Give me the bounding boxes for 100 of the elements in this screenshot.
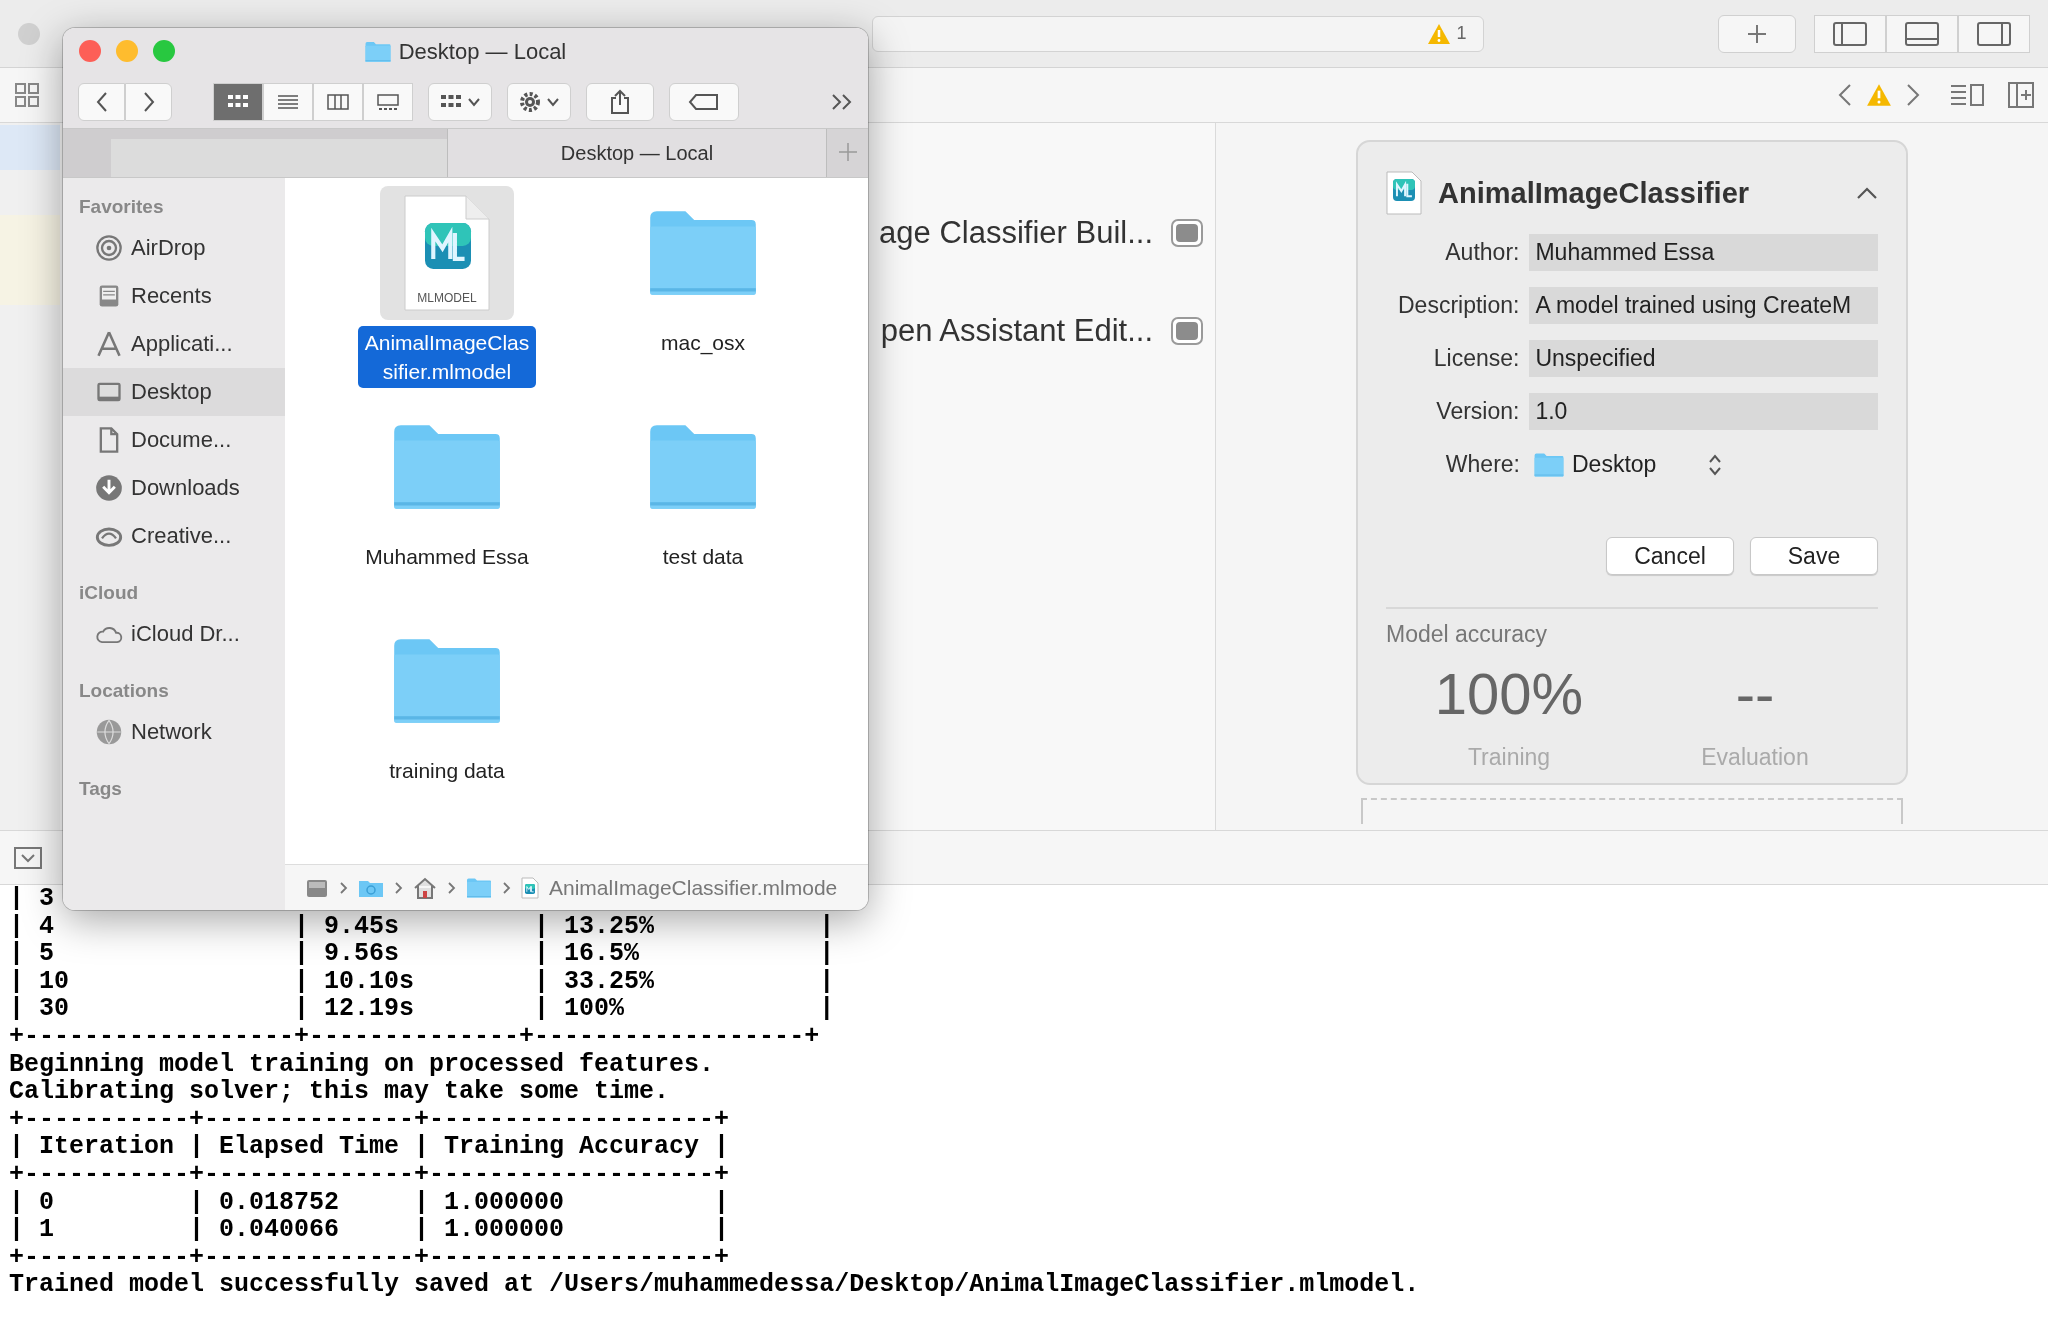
editor-row-label: pen Assistant Edit... (880, 313, 1153, 349)
view-mode-button[interactable] (363, 82, 413, 121)
console-line: | 4 | 9.45s | 13.25% | (9, 912, 835, 941)
tab[interactable]: Desktop — Local (448, 129, 826, 177)
panel-toggle-button[interactable] (1886, 14, 1958, 53)
forward-button[interactable] (125, 82, 172, 121)
action-button[interactable] (507, 82, 571, 121)
caret-icon (467, 96, 481, 107)
file-item[interactable]: training data (319, 614, 575, 828)
rings-icon (95, 234, 123, 262)
folder-icon (392, 637, 502, 725)
input-field[interactable]: 1.0 (1529, 393, 1878, 430)
gear-icon (518, 89, 542, 114)
left-panel-icon (1833, 21, 1867, 46)
warning-count: 1 (1456, 23, 1467, 44)
console-line: +------------------+--------------+------------------+ (9, 1022, 820, 1051)
share-button[interactable] (586, 82, 654, 121)
input-field[interactable]: A model trained using CreateM (1529, 287, 1878, 324)
chevron-right-icon (142, 90, 155, 113)
plus-icon (1745, 22, 1768, 45)
chevron-right-icon (447, 880, 456, 895)
download-icon (95, 474, 123, 502)
folder-icon (648, 209, 758, 297)
chevron-right-icon[interactable] (1906, 83, 1920, 107)
panel-toggle-button[interactable] (1814, 14, 1886, 53)
add-editor-icon[interactable] (2008, 82, 2034, 108)
file-item[interactable]: test data (575, 400, 831, 614)
folder-icon (648, 423, 758, 511)
field-label: Author: (1444, 239, 1521, 266)
view-mode-button[interactable] (313, 82, 363, 121)
dialog-button[interactable]: Cancel (1606, 537, 1734, 575)
sidebar-item[interactable]: Downloads (63, 464, 285, 512)
close-button[interactable] (79, 40, 101, 62)
panel-toggle-button[interactable] (1958, 14, 2030, 53)
sidebar-item[interactable]: Network (63, 708, 285, 756)
model-file-icon[interactable] (521, 876, 539, 899)
home-icon[interactable] (413, 876, 437, 899)
sidebar-item[interactable]: Applicati... (63, 320, 285, 368)
toggle-button[interactable] (1171, 317, 1203, 345)
field-label: Description: (1397, 292, 1521, 319)
field-label: License: (1432, 345, 1521, 372)
sidebar-heading: Locations (78, 679, 170, 703)
grid-icon[interactable] (14, 82, 40, 108)
file-item[interactable]: mac_osx (575, 186, 831, 400)
sidebar-item[interactable]: Creative... (63, 512, 285, 560)
folder-icon (466, 877, 492, 898)
warning-icon (1426, 22, 1451, 45)
dialog-button[interactable]: Save (1750, 537, 1878, 575)
folder-icon (1534, 452, 1564, 477)
metric-value: -- (1735, 660, 1775, 726)
model-title: AnimalImageClassifier (1438, 176, 1751, 210)
toggle-button[interactable] (1171, 219, 1203, 247)
chevron-left-icon (95, 90, 108, 113)
view-mode-button[interactable] (263, 82, 313, 121)
tag-icon (688, 92, 720, 111)
back-button[interactable] (78, 82, 125, 121)
stepper-arrows-icon (1708, 452, 1723, 477)
chevron-left-icon[interactable] (1838, 83, 1852, 107)
sidebar-item[interactable]: Docume... (63, 416, 285, 464)
collapse-icon[interactable] (14, 846, 42, 869)
folder-icon (392, 423, 502, 511)
console-line: Beginning model training on processed features. (9, 1050, 715, 1079)
sidebar-item[interactable]: Recents (63, 272, 285, 320)
folder-icon (364, 40, 391, 63)
console-line: | 5 | 9.56s | 16.5% | (9, 940, 835, 968)
window-title: Desktop — Local (398, 38, 567, 65)
input-field[interactable]: Muhammed Essa (1529, 234, 1878, 271)
console-line: Trained model successfully saved at /Users/muhammedessa/Desktop/AnimalImageClassifier.mlmodel. (9, 1271, 1420, 1299)
double-chevron-icon[interactable] (831, 92, 853, 111)
console-line: +-----------+--------------+-------------------+ (9, 1105, 730, 1134)
view-mode-button[interactable] (213, 82, 263, 121)
field-label: Where: (1444, 451, 1521, 478)
add-button[interactable] (1717, 14, 1796, 53)
console-line: | 10 | 10.10s | 33.25% | (9, 967, 835, 996)
lines-icon[interactable] (1950, 83, 1984, 107)
share-icon (609, 88, 631, 115)
sidebar-item[interactable]: Desktop (63, 368, 285, 416)
file-item[interactable]: Muhammed Essa (319, 400, 575, 614)
globe-icon (95, 718, 123, 746)
console-line: +-----------+--------------+-------------------+ (9, 1243, 730, 1272)
tag-button[interactable] (669, 82, 739, 121)
input-field[interactable]: Unspecified (1529, 340, 1878, 377)
chevron-right-icon (502, 880, 511, 895)
metric-label: Evaluation (1701, 744, 1809, 771)
location-picker[interactable]: Desktop (1530, 451, 1723, 478)
metric-value: 100% (1434, 660, 1584, 726)
group-button[interactable] (428, 82, 492, 121)
chevron-up-icon[interactable] (1856, 186, 1878, 200)
file-item[interactable]: MLMODEL AnimalImageClassifier.mlmodel (319, 186, 575, 400)
sidebar-heading: iCloud (78, 581, 140, 605)
sidebar-item[interactable]: AirDrop (63, 224, 285, 272)
plus-icon (837, 141, 858, 162)
console-line: | 3 (9, 885, 54, 913)
console-line: | Iteration | Elapsed Time | Training Accuracy | (9, 1133, 730, 1161)
metric-label: Training (1467, 744, 1551, 771)
chevron-right-icon (394, 880, 403, 895)
field-label: Version: (1435, 398, 1521, 425)
sidebar-item[interactable]: iCloud Dr... (63, 610, 285, 658)
bottom-panel-icon (1905, 21, 1939, 46)
console-line: Calibrating solver; this may take some time. (9, 1078, 670, 1106)
